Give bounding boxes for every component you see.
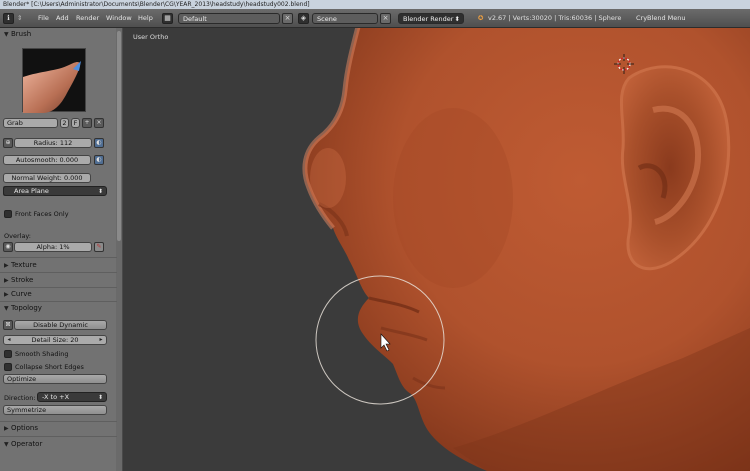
expanded-triangle-icon: ▼ xyxy=(4,441,9,448)
render-engine-label: Blender Render xyxy=(403,15,454,23)
front-faces-only-checkbox[interactable] xyxy=(4,210,12,218)
panel-header-stroke[interactable]: ▶ Stroke xyxy=(0,274,117,286)
curve-header-label: Curve xyxy=(11,290,32,298)
viewport-view-label: User Ortho xyxy=(133,33,169,41)
autosmooth-label: Autosmooth: 0.000 xyxy=(15,156,79,164)
panel-header-options[interactable]: ▶ Options xyxy=(0,422,117,434)
smooth-shading-checkbox[interactable] xyxy=(4,350,12,358)
topology-header-label: Topology xyxy=(11,304,42,312)
direction-select[interactable]: -X to +X ⬍ xyxy=(37,392,107,402)
autosmooth-pressure-icon[interactable]: ◐ xyxy=(94,155,104,165)
menu-file[interactable]: File xyxy=(38,13,49,24)
menu-add[interactable]: Add xyxy=(56,13,69,24)
overlay-eye-icon[interactable]: ◉ xyxy=(3,242,13,252)
symmetrize-button[interactable]: Symmetrize xyxy=(3,405,107,415)
detail-size-label: Detail Size: 20 xyxy=(31,336,79,344)
separator xyxy=(0,257,117,258)
separator xyxy=(0,436,117,437)
expanded-triangle-icon: ▼ xyxy=(4,31,9,38)
expanded-triangle-icon: ▼ xyxy=(4,305,9,312)
collapse-short-edges-label: Collapse Short Edges xyxy=(15,363,84,371)
overlay-label: Overlay: xyxy=(4,232,31,240)
direction-label: Direction: xyxy=(4,394,36,402)
panel-header-curve[interactable]: ▶ Curve xyxy=(0,288,117,300)
optimize-button[interactable]: Optimize xyxy=(3,374,107,384)
dyntopo-icon[interactable]: ⊠ xyxy=(3,320,13,330)
screen-layout-grid-icon[interactable]: ▦ xyxy=(162,13,173,24)
screen-layout-field[interactable]: Default xyxy=(178,13,280,24)
info-header: ℹ ⇕ File Add Render Window Help ▦ Defaul… xyxy=(0,9,750,28)
radius-label: Radius: 112 xyxy=(33,139,73,147)
tool-shelf-scrollbar[interactable] xyxy=(116,28,122,471)
scene-field[interactable]: Scene xyxy=(312,13,378,24)
window-title: Blender* [C:\Users\Administrator\Documen… xyxy=(3,1,310,8)
decrement-arrow-icon[interactable]: ◂ xyxy=(6,336,12,344)
add-brush-icon[interactable]: + xyxy=(82,118,92,128)
blender-logo-icon: ✪ xyxy=(478,14,484,22)
texture-header-label: Texture xyxy=(11,261,37,269)
smooth-shading-label: Smooth Shading xyxy=(15,350,69,358)
detail-size-field[interactable]: ◂ Detail Size: 20 ▸ xyxy=(3,335,107,345)
sculpt-plane-value: Area Plane xyxy=(14,187,49,195)
menu-help[interactable]: Help xyxy=(138,13,153,24)
alpha-field[interactable]: Alpha: 1% xyxy=(14,242,92,252)
brush-color-picker-icon[interactable]: ✎ xyxy=(94,242,104,252)
scene-close-icon[interactable]: × xyxy=(380,13,391,24)
cryblend-menu[interactable]: CryBlend Menu xyxy=(636,13,685,24)
radius-field[interactable]: Radius: 112 xyxy=(14,138,92,148)
panel-header-operator[interactable]: ▼ Operator xyxy=(0,438,117,450)
normal-weight-label: Normal Weight: 0.000 xyxy=(11,174,83,182)
panel-header-brush[interactable]: ▼ Brush xyxy=(0,28,117,40)
increment-arrow-icon[interactable]: ▸ xyxy=(98,336,104,344)
unlink-brush-icon[interactable]: × xyxy=(94,118,104,128)
panel-header-texture[interactable]: ▶ Texture xyxy=(0,259,117,271)
sculpt-plane-select[interactable]: Area Plane ⬍ xyxy=(3,186,107,196)
collapsed-triangle-icon: ▶ xyxy=(4,425,9,432)
stroke-header-label: Stroke xyxy=(11,276,34,284)
radius-pressure-icon[interactable]: ◐ xyxy=(94,138,104,148)
3d-viewport[interactable]: User Ortho xyxy=(123,28,750,471)
screen-layout-close-icon[interactable]: × xyxy=(282,13,293,24)
chevron-down-icon: ⬍ xyxy=(97,188,103,195)
autosmooth-field[interactable]: Autosmooth: 0.000 xyxy=(3,155,91,165)
collapsed-triangle-icon: ▶ xyxy=(4,277,9,284)
sculpt-head-mesh[interactable] xyxy=(123,28,750,471)
menu-render[interactable]: Render xyxy=(76,13,99,24)
tool-shelf: ▼ Brush Grab 2 F + × ⊕ Radius: 112 ◐ Auto… xyxy=(0,28,123,471)
radius-unit-icon[interactable]: ⊕ xyxy=(3,138,13,148)
collapsed-triangle-icon: ▶ xyxy=(4,262,9,269)
scene-icon[interactable]: ◈ xyxy=(298,13,309,24)
separator xyxy=(0,272,117,273)
render-engine-select[interactable]: Blender Render ⬍ xyxy=(398,13,464,24)
options-header-label: Options xyxy=(11,424,39,432)
window-title-bar: Blender* [C:\Users\Administrator\Documen… xyxy=(0,0,750,9)
chevron-down-icon: ⬍ xyxy=(97,394,103,401)
brush-preview-image xyxy=(23,61,81,113)
brush-name-field[interactable]: Grab xyxy=(3,118,58,128)
direction-value: -X to +X xyxy=(42,393,70,401)
normal-weight-field[interactable]: Normal Weight: 0.000 xyxy=(3,173,91,183)
collapse-menu-icon[interactable]: ⇕ xyxy=(17,13,22,24)
brush-preview-thumbnail[interactable] xyxy=(22,48,86,113)
brush-users-count[interactable]: 2 xyxy=(60,118,69,128)
collapse-short-edges-checkbox[interactable] xyxy=(4,363,12,371)
scrollbar-thumb[interactable] xyxy=(117,31,121,241)
disable-dynamic-button[interactable]: Disable Dynamic xyxy=(14,320,107,330)
panel-header-topology[interactable]: ▼ Topology xyxy=(0,302,117,314)
operator-header-label: Operator xyxy=(11,440,43,448)
menu-window[interactable]: Window xyxy=(106,13,132,24)
front-faces-only-label: Front Faces Only xyxy=(15,210,69,218)
collapsed-triangle-icon: ▶ xyxy=(4,291,9,298)
editor-type-icon[interactable]: ℹ xyxy=(3,13,14,24)
chevron-down-icon: ⬍ xyxy=(454,15,460,23)
brush-header-label: Brush xyxy=(11,30,32,38)
brush-fake-user-toggle[interactable]: F xyxy=(71,118,80,128)
alpha-label: Alpha: 1% xyxy=(36,243,70,251)
scene-stats: v2.67 | Verts:30020 | Tris:60036 | Spher… xyxy=(488,14,622,22)
